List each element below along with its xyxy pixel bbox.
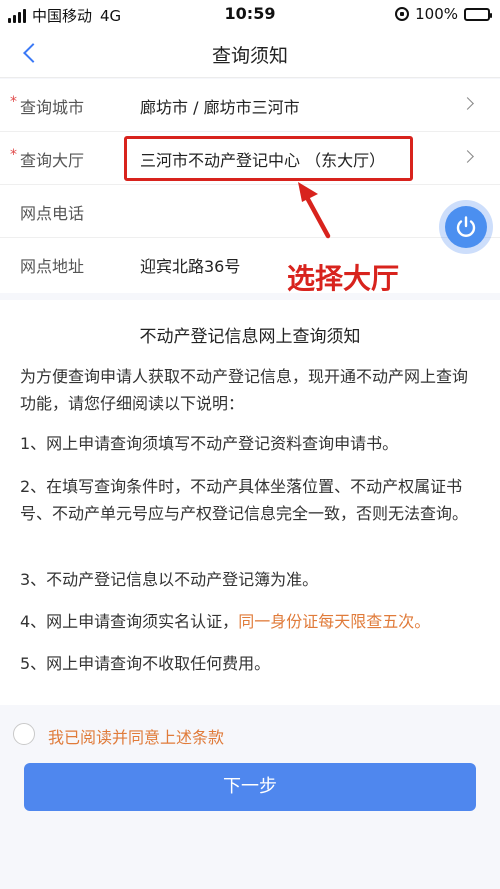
notice-item-2: 2、在填写查询条件时，不动产具体坐落位置、不动产权属证书号、不动产单元号应与产权… [20,477,469,523]
annotation-highlight-box [124,136,413,181]
agree-radio[interactable] [13,723,35,745]
floating-power-button[interactable] [439,200,493,254]
city-value: 廊坊市 / 廊坊市三河市 [140,98,300,117]
agree-label[interactable]: 我已阅读并同意上述条款 [48,724,224,748]
row-phone: 网点电话 [0,185,500,238]
agree-row: 我已阅读并同意上述条款 [0,710,500,750]
nav-bar: 查询须知 [0,28,500,78]
battery-icon [464,7,492,21]
address-value: 迎宾北路36号 [140,257,241,276]
required-mark: * [10,147,17,163]
status-right: 100% [395,5,492,23]
notice-intro: 为方便查询申请人获取不动产登记信息，现开通不动产网上查询功能，请您仔细阅读以下说… [20,367,469,413]
row-address: 网点地址 迎宾北路36号 [0,238,500,291]
chevron-right-icon [461,150,474,163]
notice-panel: 不动产登记信息网上查询须知 为方便查询申请人获取不动产登记信息，现开通不动产网上… [0,300,500,705]
notice-item-1: 1、网上申请查询须填写不动产登记资料查询申请书。 [20,434,399,453]
notice-item-3: 3、不动产登记信息以不动产登记簿为准。 [20,570,319,589]
notice-item-5: 5、网上申请查询不收取任何费用。 [20,654,271,673]
battery-percent: 100% [415,5,458,23]
annotation-text: 选择大厅 [287,262,400,295]
query-form: * 查询城市 廊坊市 / 廊坊市三河市 * 查询大厅 三河市不动产登记中心 （东… [0,79,500,293]
notice-item-4-highlight: 同一身份证每天限查五次。 [238,612,431,631]
annotation-arrow-icon [298,182,331,239]
next-button[interactable]: 下一步 [24,763,476,811]
phone-label: 网点电话 [20,204,85,223]
hall-label: 查询大厅 [20,151,85,170]
page-title: 查询须知 [211,45,288,67]
notice-item-4-text: 4、网上申请查询须实名认证， [20,612,239,631]
notice-item-4: 4、网上申请查询须实名认证，同一身份证每天限查五次。 [20,608,482,635]
notice-title: 不动产登记信息网上查询须知 [139,327,361,347]
status-bar: 中国移动 4G 10:59 100% [0,0,500,28]
required-mark: * [10,94,17,110]
power-icon [445,206,487,248]
row-city[interactable]: * 查询城市 廊坊市 / 廊坊市三河市 [0,79,500,132]
chevron-right-icon [461,97,474,110]
rotation-lock-icon [395,7,410,21]
city-label: 查询城市 [20,98,85,117]
address-label: 网点地址 [20,257,85,276]
